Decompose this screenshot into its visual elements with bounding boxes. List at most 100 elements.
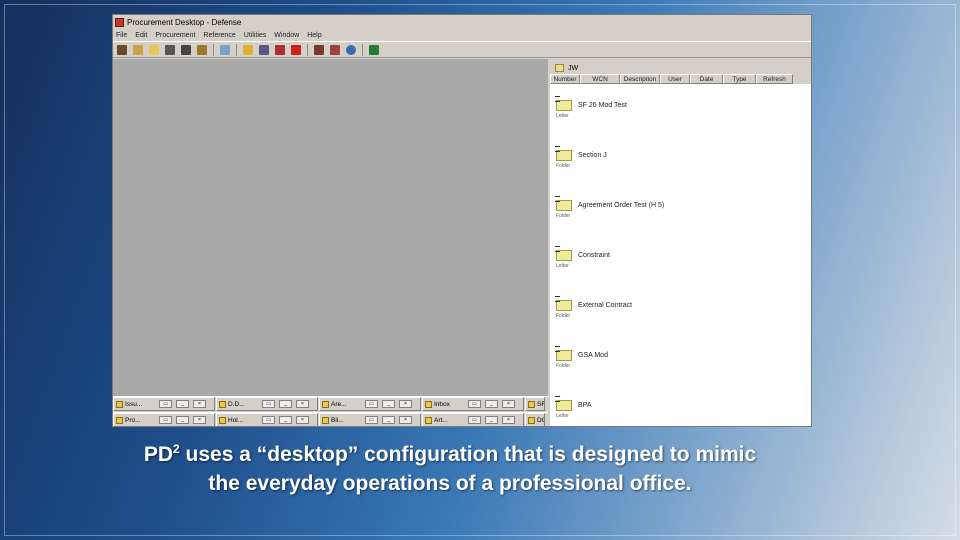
task-button[interactable]: Issu... ▭ _ × xyxy=(113,397,215,411)
arrow-icon[interactable] xyxy=(197,44,207,55)
minimize-icon[interactable]: _ xyxy=(485,400,498,408)
menu-edit[interactable]: Edit xyxy=(135,32,147,39)
folder-icon[interactable] xyxy=(149,44,159,55)
list-item[interactable]: Section J Folder xyxy=(554,144,804,174)
minimize-icon[interactable]: _ xyxy=(382,416,395,424)
title-bar: Procurement Desktop - Defense xyxy=(113,15,811,29)
toolbar-separator xyxy=(362,43,363,56)
window-title: Procurement Desktop - Defense xyxy=(127,17,242,27)
folder-icon xyxy=(322,400,329,408)
restore-icon[interactable]: ▭ xyxy=(365,400,378,408)
folder-icon xyxy=(116,416,123,424)
close-icon[interactable]: × xyxy=(399,400,412,408)
close-icon[interactable]: × xyxy=(502,400,515,408)
task-button[interactable]: Hol... ▭ _ × xyxy=(216,413,318,426)
menu-procurement[interactable]: Procurement xyxy=(155,32,195,39)
restore-icon[interactable]: ▭ xyxy=(159,400,172,408)
task-button[interactable]: DO xyxy=(525,413,545,426)
restore-icon[interactable]: ▭ xyxy=(468,400,481,408)
stop-icon[interactable] xyxy=(291,44,301,55)
taskbar-row-1: Issu... ▭ _ × D.D... ▭ _ × Are... ▭ _ × Inbox ▭ _ × … xyxy=(113,396,548,411)
task-button[interactable]: Inbox ▭ _ × xyxy=(422,397,524,411)
toolbar xyxy=(113,41,811,58)
column-header-user[interactable]: User xyxy=(660,74,690,84)
letter-icon xyxy=(555,246,572,261)
column-headers: Number WCN Description User Date Type Re… xyxy=(550,74,811,84)
list-item[interactable]: External Contract Folder xyxy=(554,294,804,324)
doc-icon[interactable] xyxy=(117,44,127,55)
minimize-icon[interactable]: _ xyxy=(279,400,292,408)
folder-icon xyxy=(219,416,226,424)
mail-icon[interactable] xyxy=(243,44,253,55)
letter-icon xyxy=(555,396,572,411)
close-icon[interactable]: × xyxy=(193,416,206,424)
app-window: Procurement Desktop - Defense File Edit … xyxy=(112,14,812,427)
menu-file[interactable]: File xyxy=(116,32,127,39)
cabinet-icon[interactable] xyxy=(314,44,324,55)
folder-icon xyxy=(322,416,329,424)
restore-icon[interactable]: ▭ xyxy=(468,416,481,424)
menu-reference[interactable]: Reference xyxy=(203,32,235,39)
list-item[interactable]: GSA Mod Folder xyxy=(554,344,804,374)
exit-icon[interactable] xyxy=(369,44,379,55)
taskbar-row-2: Pro... ▭ _ × Hol... ▭ _ × Bil... ▭ _ × Art... ▭ _ × … xyxy=(113,412,548,426)
folder-icon xyxy=(528,416,535,424)
restore-icon[interactable]: ▭ xyxy=(159,416,172,424)
task-button[interactable]: D.D... ▭ _ × xyxy=(216,397,318,411)
close-icon[interactable]: × xyxy=(502,416,515,424)
tool-icon[interactable] xyxy=(259,44,269,55)
restore-icon[interactable]: ▭ xyxy=(262,416,275,424)
column-header-date[interactable]: Date xyxy=(690,74,723,84)
close-icon[interactable]: × xyxy=(296,400,309,408)
minimize-icon[interactable]: _ xyxy=(485,416,498,424)
help-icon[interactable] xyxy=(346,44,356,55)
task-button[interactable]: Bil... ▭ _ × xyxy=(319,413,421,426)
delete-icon[interactable] xyxy=(181,44,191,55)
list-item[interactable]: Constraint Letter xyxy=(554,244,804,274)
close-icon[interactable]: × xyxy=(399,416,412,424)
restore-icon[interactable]: ▭ xyxy=(262,400,275,408)
minimize-icon[interactable]: _ xyxy=(176,416,189,424)
restore-icon[interactable]: ▭ xyxy=(365,416,378,424)
close-icon[interactable]: × xyxy=(193,400,206,408)
folder-icon xyxy=(528,400,535,408)
task-button[interactable]: Art... ▭ _ × xyxy=(422,413,524,426)
folder-icon xyxy=(116,400,123,408)
list-item[interactable]: BPA Letter xyxy=(554,394,804,424)
folder-icon xyxy=(425,416,432,424)
menu-utilities[interactable]: Utilities xyxy=(244,32,267,39)
refresh-button[interactable]: Refresh xyxy=(756,74,793,84)
column-header-number[interactable]: Number xyxy=(550,74,580,84)
column-header-wcn[interactable]: WCN xyxy=(580,74,620,84)
task-button[interactable]: Pro... ▭ _ × xyxy=(113,413,215,426)
folder-icon xyxy=(555,64,564,72)
edit-icon[interactable] xyxy=(133,44,143,55)
list-item[interactable]: Agreement Order Test (H 5) Folder xyxy=(554,194,804,224)
new-icon[interactable] xyxy=(220,44,230,55)
print-icon[interactable] xyxy=(165,44,175,55)
minimize-icon[interactable]: _ xyxy=(176,400,189,408)
caption-line-1: PD2 uses a “desktop” configuration that … xyxy=(143,442,757,466)
desktop-workspace[interactable] xyxy=(113,59,548,398)
column-header-type[interactable]: Type xyxy=(723,74,756,84)
bell-icon[interactable] xyxy=(330,44,340,55)
app-icon xyxy=(115,17,124,27)
list-item[interactable]: SF 26 Mod Test Letter xyxy=(554,94,804,124)
minimize-icon[interactable]: _ xyxy=(382,400,395,408)
minimize-icon[interactable]: _ xyxy=(279,416,292,424)
check-icon[interactable] xyxy=(275,44,285,55)
menu-window[interactable]: Window xyxy=(274,32,299,39)
task-button[interactable]: Are... ▭ _ × xyxy=(319,397,421,411)
folder-icon xyxy=(555,146,572,161)
menu-help[interactable]: Help xyxy=(307,32,321,39)
inbox-icon xyxy=(425,400,432,408)
folder-icon xyxy=(555,196,572,211)
task-button[interactable]: SF xyxy=(525,397,545,411)
close-icon[interactable]: × xyxy=(296,416,309,424)
folder-icon xyxy=(219,400,226,408)
caption-line-2: the everyday operations of a professiona… xyxy=(208,472,692,495)
folder-icon xyxy=(555,346,572,361)
menu-bar: File Edit Procurement Reference Utilitie… xyxy=(113,29,811,41)
column-header-description[interactable]: Description xyxy=(620,74,660,84)
toolbar-separator xyxy=(307,43,308,56)
